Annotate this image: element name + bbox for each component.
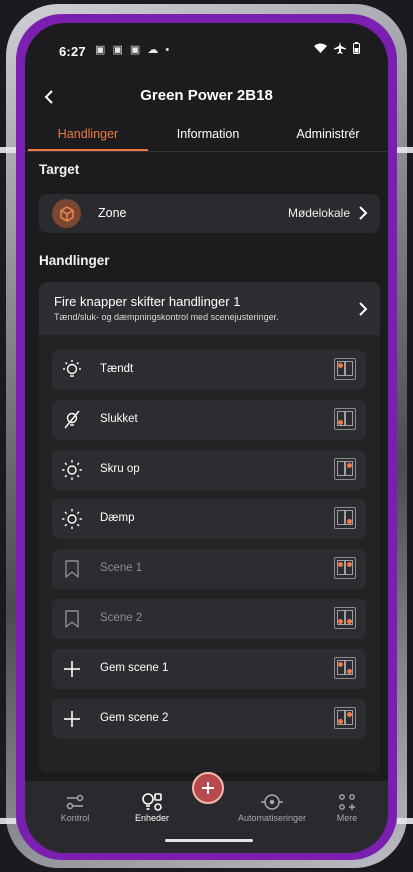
rocker-button-icon xyxy=(334,507,356,530)
rocker-button-icon xyxy=(334,706,356,729)
bookmark-icon xyxy=(60,607,84,631)
nav-label: Enheder xyxy=(134,813,170,823)
action-item-label: Gem scene 2 xyxy=(100,711,169,724)
sliders-icon xyxy=(45,791,105,813)
page-title: Green Power 2B18 xyxy=(140,87,273,104)
bookmark-icon xyxy=(60,557,84,581)
zone-value: Mødelokale xyxy=(287,206,350,220)
status-bar: 6:27 ▣ ▣ ▣ ☁ • xyxy=(25,23,388,73)
tab-handlinger[interactable]: Handlinger xyxy=(28,127,148,141)
nav-mere[interactable]: Mere xyxy=(317,791,377,823)
action-item-label: Scene 2 xyxy=(100,612,143,624)
bulb-off-icon xyxy=(60,408,84,432)
action-config-row[interactable]: Fire knapper skifter handlinger 1 Tænd/s… xyxy=(39,282,380,335)
status-right xyxy=(314,42,360,54)
bulb-on-icon xyxy=(60,358,84,382)
action-item[interactable]: Gem scene 2 xyxy=(52,698,366,739)
actions-heading: Handlinger xyxy=(39,253,110,268)
action-item-label: Dæmp xyxy=(100,512,135,525)
edge-light-right-bottom xyxy=(397,818,413,824)
nav-kontrol[interactable]: Kontrol xyxy=(45,791,105,823)
status-time: 6:27 xyxy=(59,44,86,59)
battery-icon xyxy=(353,42,360,54)
home-indicator xyxy=(165,839,253,842)
action-item[interactable]: Skru op xyxy=(52,449,366,490)
tab-administrer[interactable]: Administrér xyxy=(268,127,388,141)
chevron-left-icon xyxy=(44,90,53,104)
action-item[interactable]: Gem scene 1 xyxy=(52,648,366,689)
tab-active-indicator xyxy=(28,149,148,151)
edge-light-left xyxy=(0,147,16,153)
more-icon xyxy=(317,791,377,813)
action-item-label: Skru op xyxy=(100,462,140,475)
plus-icon xyxy=(60,707,84,731)
action-item-label: Gem scene 1 xyxy=(100,661,169,674)
actions-card: Fire knapper skifter handlinger 1 Tænd/s… xyxy=(39,282,380,773)
sun-icon xyxy=(60,507,84,531)
zone-row[interactable]: Zone Mødelokale xyxy=(39,194,380,233)
plus-icon xyxy=(202,782,214,794)
rocker-button-icon xyxy=(334,407,356,430)
action-item-label: Slukket xyxy=(100,412,138,425)
edge-light-left-bottom xyxy=(0,818,16,824)
devices-icon xyxy=(122,791,182,813)
notification-icons: ▣ ▣ ▣ ☁ • xyxy=(95,44,172,56)
rocker-button-icon xyxy=(334,457,356,480)
nav-label: Kontrol xyxy=(60,813,90,823)
automation-icon xyxy=(231,791,313,813)
action-item[interactable]: Dæmp xyxy=(52,499,366,540)
rocker-button-icon xyxy=(334,358,356,380)
tab-bar: Handlinger Information Administrér xyxy=(25,121,388,152)
nav-label: Automatiseringer xyxy=(237,813,307,823)
action-item-label: Scene 1 xyxy=(100,562,143,575)
chevron-right-icon xyxy=(359,302,368,316)
action-config-title: Fire knapper skifter handlinger 1 xyxy=(54,294,241,309)
nav-automatiseringer[interactable]: Automatiseringer xyxy=(231,791,313,823)
chevron-right-icon xyxy=(359,206,368,220)
rocker-button-icon xyxy=(334,607,356,629)
edge-light-right xyxy=(397,147,413,153)
action-item[interactable]: Scene 1 xyxy=(52,549,366,590)
rocker-button-icon xyxy=(334,656,356,679)
action-config-subtitle: Tænd/sluk- og dæmpningskontrol med scene… xyxy=(54,312,279,322)
tab-information[interactable]: Information xyxy=(148,127,268,141)
rocker-button-icon xyxy=(334,557,356,580)
add-button[interactable] xyxy=(192,772,224,804)
zone-label: Zone xyxy=(98,206,127,220)
nav-enheder[interactable]: Enheder xyxy=(122,791,182,823)
app-screen: 6:27 ▣ ▣ ▣ ☁ • Green Power 2B18 Handling… xyxy=(25,23,388,853)
airplane-icon xyxy=(334,42,346,54)
action-item[interactable]: Scene 2 xyxy=(52,599,366,639)
action-item-label: Tændt xyxy=(100,363,134,375)
plus-icon xyxy=(60,657,84,681)
zone-cube-icon xyxy=(52,199,81,228)
target-heading: Target xyxy=(39,162,80,177)
wifi-icon xyxy=(314,43,327,53)
sun-icon xyxy=(60,458,84,482)
action-item[interactable]: Slukket xyxy=(52,399,366,440)
nav-label: Mere xyxy=(336,813,358,823)
back-button[interactable] xyxy=(37,85,61,109)
action-item[interactable]: Tændt xyxy=(52,350,366,390)
